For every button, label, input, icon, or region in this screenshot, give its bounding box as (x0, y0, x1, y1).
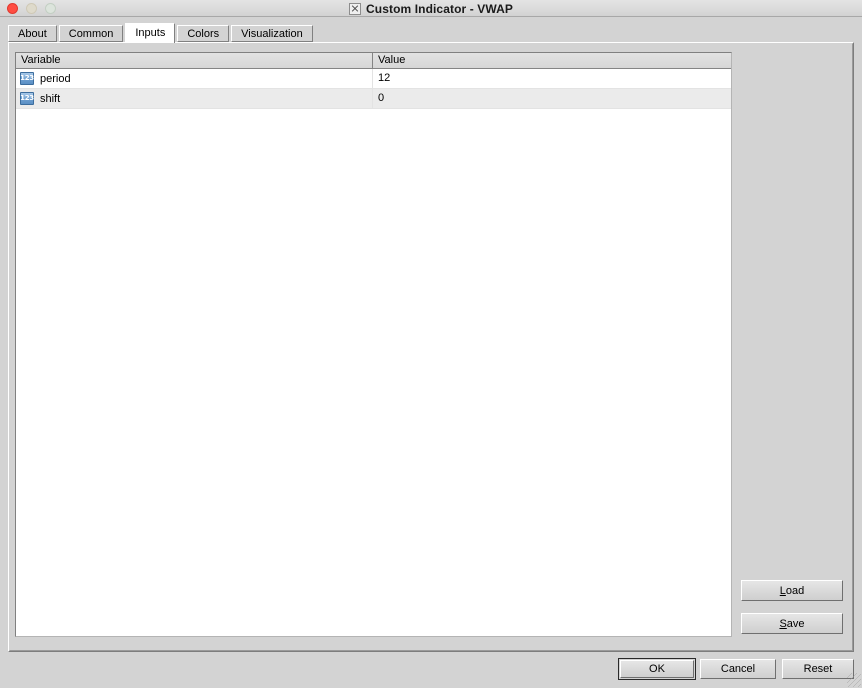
variable-value[interactable]: 0 (373, 89, 731, 108)
window-title: Custom Indicator - VWAP (366, 1, 513, 16)
cell-variable: 123 shift (16, 89, 373, 108)
tab-visualization[interactable]: Visualization (231, 25, 313, 42)
window-title-group: Custom Indicator - VWAP (0, 0, 862, 17)
table-row[interactable]: 123 shift 0 (16, 89, 731, 109)
cancel-button[interactable]: Cancel (700, 659, 776, 679)
load-button-label: oad (785, 584, 805, 597)
close-button[interactable] (7, 3, 18, 14)
x-square-icon (349, 2, 361, 15)
load-button[interactable]: Load (741, 580, 843, 601)
footer-divider (0, 656, 862, 657)
ok-button-default-ring: OK (618, 658, 696, 680)
column-header-variable[interactable]: Variable (16, 53, 373, 68)
ok-button[interactable]: OK (620, 660, 694, 678)
save-button[interactable]: Save (741, 613, 843, 634)
window-controls (7, 3, 56, 14)
column-header-value[interactable]: Value (373, 53, 731, 68)
inputs-table[interactable]: Variable Value 123 period 12 123 shift 0 (15, 52, 732, 637)
integer-type-icon-label: 123 (20, 94, 34, 102)
tab-inputs[interactable]: Inputs (125, 23, 176, 43)
reset-button[interactable]: Reset (782, 659, 854, 679)
custom-indicator-dialog: Custom Indicator - VWAP About Common Inp… (0, 0, 862, 688)
save-button-label: ave (786, 617, 805, 630)
cell-variable: 123 period (16, 69, 373, 88)
window-titlebar: Custom Indicator - VWAP (0, 0, 862, 17)
tab-colors[interactable]: Colors (177, 25, 230, 42)
tab-common[interactable]: Common (58, 25, 124, 42)
tab-about[interactable]: About (8, 25, 57, 42)
integer-type-icon-label: 123 (20, 74, 34, 82)
variable-name: shift (40, 92, 61, 105)
minimize-button[interactable] (26, 3, 37, 14)
integer-type-icon: 123 (20, 92, 34, 105)
maximize-button[interactable] (45, 3, 56, 14)
integer-type-icon: 123 (20, 72, 34, 85)
variable-value[interactable]: 12 (373, 69, 731, 88)
table-row[interactable]: 123 period 12 (16, 69, 731, 89)
table-header-row: Variable Value (16, 53, 731, 69)
save-button-mnemonic: S (779, 617, 787, 630)
variable-name: period (40, 72, 71, 85)
tab-bar: About Common Inputs Colors Visualization (8, 23, 315, 43)
resize-grip[interactable] (847, 673, 861, 687)
